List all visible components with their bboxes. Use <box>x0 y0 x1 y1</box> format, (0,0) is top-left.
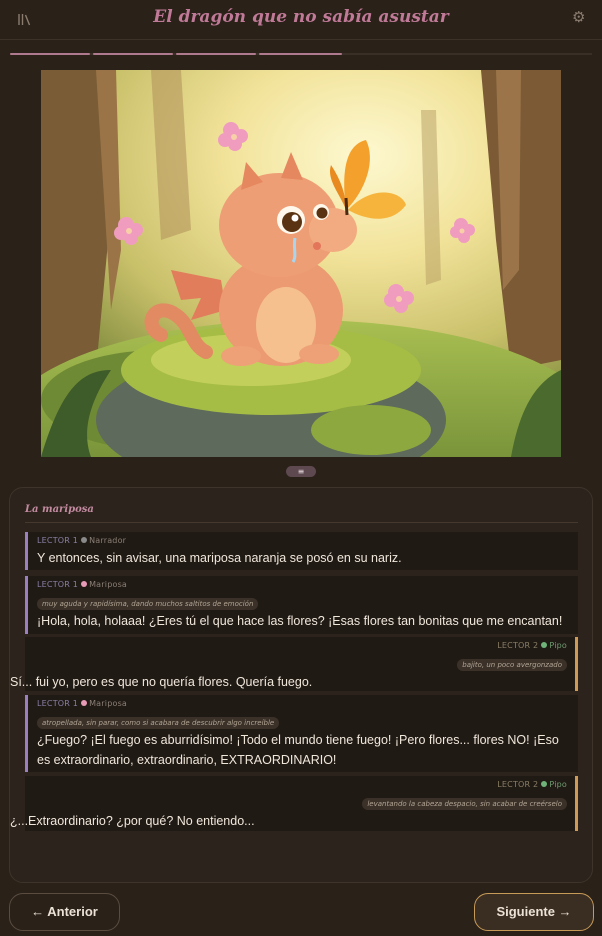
dialogue-line: LECTOR 1 Mariposa muy aguda y rapidísima,… <box>25 576 578 634</box>
line-meta: LECTOR 1 Mariposa <box>37 579 570 591</box>
progress-segment <box>10 53 90 55</box>
character-name: Narrador <box>89 536 127 545</box>
gear-icon[interactable]: ⚙ <box>572 8 585 26</box>
progress-segment <box>93 53 173 55</box>
line-meta: LECTOR 1 Narrador <box>37 535 570 547</box>
dialogue-panel: La mariposa LECTOR 1 Narrador Y entonces,… <box>9 487 593 883</box>
line-text: ¿...Extraordinario? ¿por qué? No entiend… <box>10 814 255 828</box>
character-dot <box>81 537 88 543</box>
dialogue-line: LECTOR 1 Narrador Y entonces, sin avisar,… <box>25 532 578 570</box>
stage-direction: levantando la cabeza despacio, sin acaba… <box>362 798 567 810</box>
dragon-butterfly-image <box>41 70 561 457</box>
stage-direction: bajito, un poco avergonzado <box>457 659 567 671</box>
character-name: Mariposa <box>89 580 128 589</box>
character-name: Mariposa <box>89 699 128 708</box>
dialogue-line: LECTOR 2 Pipo bajito, un poco avergonzado… <box>10 637 578 691</box>
character-dot <box>81 700 88 706</box>
line-text: ¿Fuego? ¡El fuego es aburridísimo! ¡Todo… <box>37 733 559 767</box>
progress-segment <box>259 53 342 55</box>
character-name: Pipo <box>549 780 567 789</box>
dialogue-line: LECTOR 2 Pipo levantando la cabeza despac… <box>10 776 578 831</box>
line-text: Y entonces, sin avisar, una mariposa nar… <box>37 551 402 565</box>
character-name: Pipo <box>549 641 567 650</box>
app-header: El dragón que no sabía asustar ⚙ <box>0 0 602 40</box>
reader-label: LECTOR 2 <box>497 780 539 789</box>
progress-segment <box>176 53 256 55</box>
line-meta: LECTOR 2 Pipo <box>25 640 567 652</box>
character-dot <box>541 642 548 648</box>
scene-progress <box>10 53 592 56</box>
scene-illustration <box>41 70 561 457</box>
divider <box>25 522 578 523</box>
scene-title: La mariposa <box>25 504 94 515</box>
reader-label: LECTOR 1 <box>37 536 79 545</box>
previous-button[interactable]: ← Anterior <box>9 893 120 931</box>
character-dot <box>541 781 548 787</box>
reader-label: LECTOR 2 <box>497 641 539 650</box>
stage-direction: muy aguda y rapidísima, dando muchos sal… <box>37 598 259 610</box>
line-text: ¡Hola, hola, holaaa! ¿Eres tú el que hac… <box>37 614 563 628</box>
character-dot <box>81 581 88 587</box>
reader-label: LECTOR 1 <box>37 699 79 708</box>
resize-handle[interactable]: ≡ <box>286 466 316 477</box>
line-meta: LECTOR 2 Pipo <box>25 779 567 791</box>
line-text: Sí... fui yo, pero es que no quería flor… <box>10 675 313 689</box>
story-title: El dragón que no sabía asustar <box>153 7 449 27</box>
stage-direction: atropellada, sin parar, como si acabara … <box>37 717 280 729</box>
next-button[interactable]: Siguiente → <box>474 893 594 931</box>
line-meta: LECTOR 1 Mariposa <box>37 698 570 710</box>
reader-label: LECTOR 1 <box>37 580 79 589</box>
dialogue-line: LECTOR 1 Mariposa atropellada, sin parar,… <box>25 695 578 772</box>
